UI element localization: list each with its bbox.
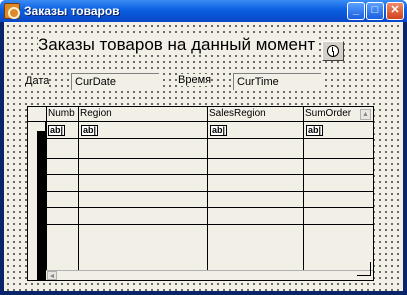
- text-box-numb[interactable]: ab|: [48, 125, 66, 136]
- clock-icon: [327, 45, 339, 57]
- row-selector-column[interactable]: [28, 107, 46, 280]
- close-button[interactable]: ✕: [386, 2, 404, 20]
- grid-row-divider: [46, 158, 373, 159]
- text-box-region[interactable]: ab|: [81, 125, 99, 136]
- text-box-sumorder[interactable]: ab|: [306, 125, 324, 136]
- report-button[interactable]: [322, 41, 344, 61]
- form-heading: Заказы товаров на данный момент: [38, 35, 316, 55]
- time-field[interactable]: CurTime: [233, 73, 321, 90]
- column-header-numb[interactable]: Numb: [47, 108, 78, 121]
- grid-column-divider: [303, 107, 304, 270]
- date-label: Дата: [25, 75, 50, 87]
- app-icon[interactable]: [4, 3, 20, 19]
- form-design-surface: Заказы товаров на данный момент Дата Cur…: [4, 22, 403, 291]
- time-label: Время: [178, 74, 212, 86]
- grid-row-divider: [46, 207, 373, 208]
- row-selector-bar: [37, 131, 45, 280]
- title-bar[interactable]: Заказы товаров _ □ ✕: [0, 0, 407, 22]
- grid-column-divider: [46, 107, 47, 270]
- window-title: Заказы товаров: [24, 4, 120, 18]
- grid-row-divider: [46, 174, 373, 175]
- application-window: Заказы товаров _ □ ✕ Заказы товаров на д…: [0, 0, 407, 295]
- orders-grid[interactable]: Numb Region SalesRegion SumOrder ▲ ab| a…: [27, 106, 374, 281]
- resize-grip[interactable]: [357, 262, 371, 276]
- column-header-salesregion[interactable]: SalesRegion: [208, 108, 303, 121]
- column-header-region[interactable]: Region: [79, 108, 207, 121]
- grid-row-divider: [46, 138, 373, 139]
- maximize-button[interactable]: □: [366, 2, 384, 20]
- date-field[interactable]: CurDate: [71, 73, 159, 90]
- horizontal-scrollbar[interactable]: ◄: [46, 270, 373, 280]
- scroll-left-button[interactable]: ◄: [47, 271, 57, 280]
- grid-row-divider: [46, 224, 373, 225]
- grid-header: Numb Region SalesRegion SumOrder ▲: [28, 107, 373, 122]
- scroll-up-button[interactable]: ▲: [360, 109, 371, 120]
- minimize-button[interactable]: _: [347, 2, 365, 20]
- grid-column-divider: [207, 107, 208, 270]
- text-box-salesregion[interactable]: ab|: [210, 125, 228, 136]
- grid-row-divider: [46, 191, 373, 192]
- grid-column-divider: [78, 107, 79, 270]
- column-header-sumorder[interactable]: SumOrder: [304, 108, 359, 121]
